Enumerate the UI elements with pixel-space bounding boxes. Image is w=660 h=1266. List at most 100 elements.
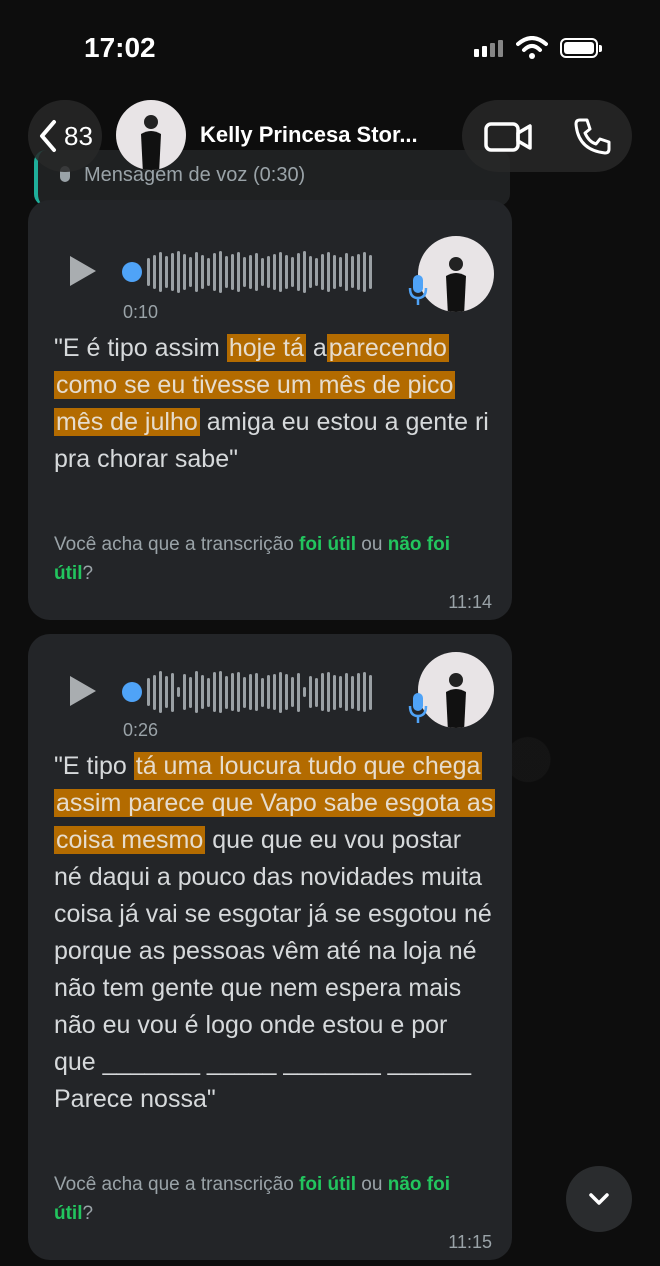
transcript-part: que que eu vou postar né daqui a pouco d… <box>54 826 492 1113</box>
transcription-feedback: Você acha que a transcrição foi útil ou … <box>54 1170 484 1228</box>
waveform-bar <box>303 687 306 697</box>
waveform-bar <box>357 673 360 711</box>
transcript-part: a <box>305 334 327 362</box>
waveform-bar <box>369 255 372 289</box>
sender-avatar <box>418 236 494 312</box>
waveform-bar <box>315 258 318 286</box>
unread-count: 83 <box>64 120 93 151</box>
waveform-bar <box>285 255 288 289</box>
waveform-bar <box>357 254 360 290</box>
transcript-part: "E é tipo assim <box>54 334 227 362</box>
microphone-icon <box>408 275 428 305</box>
waveform-bar <box>219 671 222 713</box>
status-time: 17:02 <box>84 32 156 63</box>
waveform-bar <box>297 672 300 712</box>
waveform-bar <box>213 253 216 291</box>
waveform-bar <box>345 673 348 711</box>
waveform-bar <box>147 678 150 706</box>
waveform-bar <box>351 256 354 288</box>
person-silhouette-icon <box>446 673 466 728</box>
waveform-bar <box>291 677 294 707</box>
waveform-bar <box>279 252 282 292</box>
waveform-bar <box>333 674 336 710</box>
transcript-part: "E tipo <box>54 752 134 780</box>
waveform-bar <box>285 674 288 710</box>
transcription-feedback: Você acha que a transcrição foi útil ou … <box>54 530 484 588</box>
waveform-bar <box>183 674 186 710</box>
waveform-bar <box>243 257 246 287</box>
chevron-down-icon <box>589 1193 609 1205</box>
waveform-bar <box>363 672 366 712</box>
waveform-bar <box>195 671 198 713</box>
waveform-bar <box>279 671 282 713</box>
scroll-to-bottom-button[interactable] <box>566 1166 632 1232</box>
feedback-suffix: ? <box>82 563 94 584</box>
back-button[interactable]: 83 <box>28 100 102 172</box>
video-call-icon[interactable] <box>484 118 534 154</box>
waveform-bar <box>369 674 372 710</box>
waveform-bar <box>183 254 186 290</box>
waveform-bar <box>153 674 156 710</box>
quoted-voice-message[interactable]: Mensagem de voz (0:30) <box>34 150 510 206</box>
waveform-bar <box>333 255 336 289</box>
audio-waveform[interactable] <box>122 671 382 713</box>
waveform-bar <box>147 258 150 286</box>
play-icon[interactable] <box>70 256 96 286</box>
waveform-bar <box>189 257 192 287</box>
wifi-icon <box>516 36 548 59</box>
highlighted-text: hoje tá <box>226 334 306 362</box>
waveform-bar <box>309 256 312 288</box>
waveform-bar <box>159 671 162 713</box>
voice-message-bubble: 0:10 "E é tipo assim hoje tá aparecendo … <box>28 200 512 620</box>
chevron-left-icon <box>40 120 56 152</box>
audio-waveform[interactable] <box>122 251 382 293</box>
waveform-bar <box>165 256 168 288</box>
waveform-bar <box>207 677 210 707</box>
microphone-icon <box>408 693 428 723</box>
waveform-bar <box>261 258 264 286</box>
waveform-bar <box>171 253 174 291</box>
waveform-bar <box>207 258 210 286</box>
feedback-prompt: Você acha que a transcrição <box>54 534 300 555</box>
waveform-bar <box>225 256 228 288</box>
waveform-scrubber[interactable] <box>122 262 142 282</box>
waveform-scrubber[interactable] <box>122 682 142 702</box>
waveform-bar <box>231 254 234 290</box>
waveform-bar <box>267 256 270 288</box>
voice-message-bubble: 0:26 "E tipo tá uma loucura tudo que che… <box>28 634 512 1260</box>
waveform-bar <box>309 676 312 708</box>
waveform-bar <box>297 253 300 291</box>
waveform-bar <box>249 255 252 289</box>
waveform-bar <box>195 252 198 292</box>
waveform-bar <box>159 252 162 292</box>
call-actions <box>462 100 632 172</box>
feedback-suffix: ? <box>82 1203 94 1224</box>
contact-name[interactable]: Kelly Princesa Stor... <box>200 122 450 148</box>
waveform-bar <box>345 253 348 291</box>
waveform-bar <box>327 252 330 292</box>
waveform-bar <box>213 672 216 712</box>
message-time: 11:15 <box>448 1232 492 1252</box>
sender-avatar <box>418 652 494 728</box>
phone-call-icon[interactable] <box>572 116 612 156</box>
useful-link[interactable]: foi útil <box>299 534 356 555</box>
waveform-bar <box>189 676 192 708</box>
waveform-bar <box>315 677 318 707</box>
waveform-bar <box>153 255 156 289</box>
waveform-bar <box>255 673 258 711</box>
useful-link[interactable]: foi útil <box>299 1174 356 1195</box>
waveform-bar <box>201 255 204 289</box>
waveform-bar <box>243 676 246 708</box>
play-icon[interactable] <box>70 676 96 706</box>
waveform-bar <box>321 673 324 711</box>
waveform-bar <box>255 253 258 291</box>
transcript-text: "E tipo tá uma loucura tudo que chega as… <box>54 748 496 1118</box>
transcript-text: "E é tipo assim hoje tá aparecendo como … <box>54 330 494 478</box>
waveform-bar <box>273 674 276 710</box>
feedback-prompt: Você acha que a transcrição <box>54 1174 300 1195</box>
waveform-bar <box>363 252 366 292</box>
quoted-text: Mensagem de voz (0:30) <box>84 164 306 186</box>
waveform-bar <box>303 251 306 293</box>
contact-avatar[interactable] <box>116 100 186 170</box>
person-silhouette-icon <box>141 115 161 170</box>
